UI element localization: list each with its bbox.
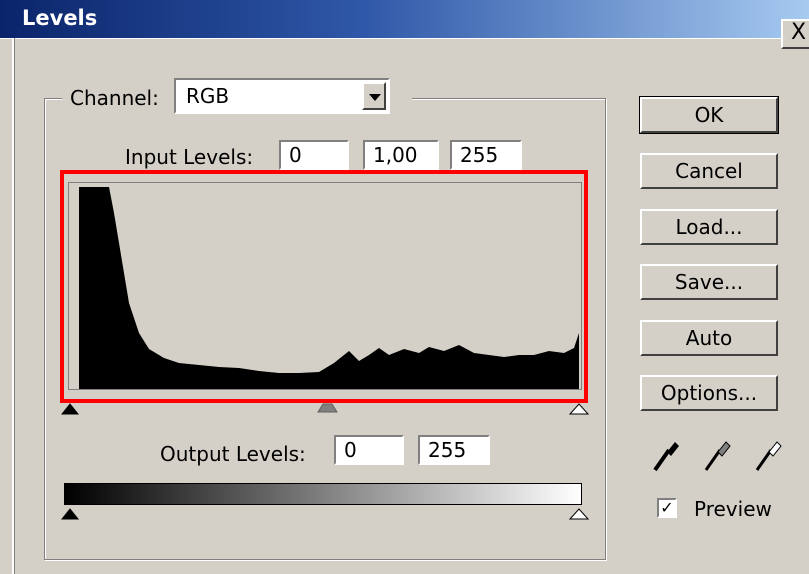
black-eyedropper-icon[interactable] (651, 436, 681, 474)
cancel-button[interactable]: Cancel (640, 153, 778, 189)
input-levels-label: Input Levels: (125, 145, 254, 169)
save-button[interactable]: Save... (640, 264, 778, 300)
close-button[interactable]: X (781, 19, 809, 49)
white-eyedropper-icon[interactable] (753, 436, 783, 474)
input-slider-track (60, 403, 590, 415)
gray-eyedropper-icon[interactable] (702, 436, 732, 474)
histogram-graph (79, 187, 579, 389)
histogram (68, 182, 582, 390)
channel-select[interactable]: RGB (174, 78, 390, 114)
auto-button[interactable]: Auto (640, 320, 778, 356)
ok-button[interactable]: OK (639, 96, 779, 134)
input-gamma-slider[interactable] (317, 403, 338, 413)
window-title: Levels (22, 6, 98, 30)
load-button[interactable]: Load... (640, 209, 778, 245)
input-gamma-field[interactable]: 1,00 (363, 140, 439, 170)
output-gradient-bar (64, 483, 582, 505)
title-bar: Levels (0, 0, 809, 39)
options-button[interactable]: Options... (640, 375, 778, 411)
output-black-field[interactable]: 0 (334, 435, 404, 465)
preview-label: Preview (694, 497, 772, 521)
input-white-slider[interactable] (568, 403, 590, 415)
output-white-field[interactable]: 255 (418, 435, 490, 465)
preview-checkbox[interactable]: ✓ (657, 498, 677, 518)
chevron-down-icon[interactable] (362, 82, 386, 110)
output-white-slider[interactable] (568, 508, 590, 520)
output-slider-track (60, 508, 590, 520)
channel-select-value: RGB (186, 84, 230, 108)
window-border (12, 38, 15, 574)
input-black-field[interactable]: 0 (279, 140, 349, 170)
output-black-slider[interactable] (60, 508, 80, 520)
channel-label: Channel: (70, 86, 159, 110)
output-levels-label: Output Levels: (160, 442, 306, 466)
input-black-slider[interactable] (60, 403, 80, 415)
input-white-field[interactable]: 255 (450, 140, 522, 170)
